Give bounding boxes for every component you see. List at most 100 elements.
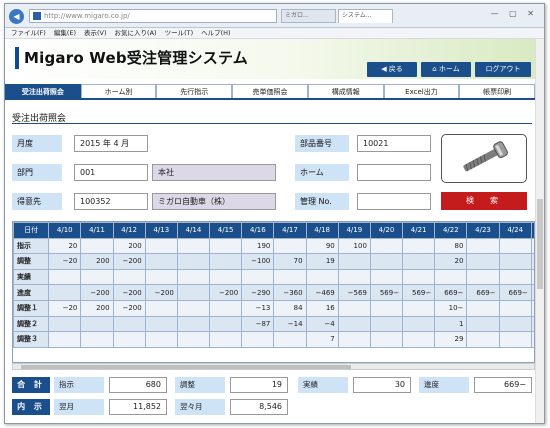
grid-cell[interactable]: 669− (466, 284, 500, 301)
grid-cell[interactable] (337, 268, 371, 286)
tab-composition[interactable]: 構成情報 (307, 84, 384, 98)
grid-cell[interactable] (273, 268, 307, 286)
grid-cell[interactable] (466, 237, 500, 255)
grid-cell[interactable]: −569 (337, 284, 371, 301)
grid-cell[interactable]: 70 (273, 253, 307, 270)
grid-cell[interactable]: 29 (434, 331, 468, 348)
grid-cell[interactable] (209, 331, 243, 348)
grid-cell[interactable] (369, 315, 404, 333)
menu-edit[interactable]: 編集(E) (54, 29, 76, 37)
grid-cell[interactable]: 669− (434, 284, 468, 301)
grid-cell[interactable] (466, 331, 500, 348)
grid-cell[interactable] (466, 253, 500, 270)
grid-cell[interactable] (498, 268, 532, 286)
grid-cell[interactable]: 569− (402, 284, 436, 301)
grid-cell[interactable] (337, 253, 371, 270)
grid-cell[interactable]: −14 (273, 315, 307, 333)
grid-cell[interactable] (337, 331, 371, 348)
grid-cell[interactable] (112, 331, 146, 348)
grid-cell[interactable]: 100 (337, 237, 371, 255)
grid-cell[interactable] (176, 331, 211, 348)
grid-cell[interactable]: 200 (80, 253, 114, 270)
grid-cell[interactable] (369, 299, 404, 317)
grid-cell[interactable]: −200 (209, 284, 243, 301)
grid-horizontal-scrollbar[interactable] (12, 363, 535, 370)
grid-cell[interactable] (402, 331, 436, 348)
grid-cell[interactable]: 16 (305, 299, 339, 317)
grid-cell[interactable]: −13 (241, 299, 275, 317)
grid-cell[interactable]: 20 (434, 253, 468, 270)
grid-cell[interactable] (48, 284, 82, 301)
grid-cell[interactable] (402, 268, 436, 286)
grid-cell[interactable] (273, 237, 307, 255)
grid-cell[interactable] (498, 237, 532, 255)
address-bar[interactable]: http://www.migaro.co.jp/ (29, 9, 277, 23)
grid-cell[interactable] (144, 299, 178, 317)
part-number-field[interactable]: 10021 (357, 135, 431, 152)
grid-cell[interactable]: −4 (305, 315, 339, 333)
grid-cell[interactable] (176, 253, 211, 270)
grid-cell[interactable]: −200 (144, 284, 178, 301)
grid-cell[interactable] (80, 237, 114, 255)
grid-cell[interactable] (209, 299, 243, 317)
menu-favorites[interactable]: お気に入り(A) (115, 29, 157, 37)
grid-cell[interactable] (498, 299, 532, 317)
grid-cell[interactable] (176, 315, 211, 333)
month-field[interactable]: 2015 年 4 月 (74, 135, 148, 152)
grid-cell[interactable]: 7 (305, 331, 339, 348)
grid-cell[interactable]: 19 (305, 253, 339, 270)
grid-cell[interactable] (144, 331, 178, 348)
grid-cell[interactable] (209, 237, 243, 255)
grid-cell[interactable]: 90 (305, 237, 339, 255)
menu-help[interactable]: ヘルプ(H) (201, 29, 230, 37)
grid-cell[interactable] (498, 315, 532, 333)
grid-cell[interactable] (176, 284, 211, 301)
dept-code-field[interactable]: 001 (74, 164, 148, 181)
grid-cell[interactable]: 190 (241, 237, 275, 255)
grid-cell[interactable]: 200 (80, 299, 114, 317)
grid-cell[interactable] (209, 315, 243, 333)
tab-advance-instruction[interactable]: 先行指示 (156, 84, 233, 98)
grid-cell[interactable]: −20 (48, 253, 82, 270)
grid-cell[interactable]: 10− (434, 299, 468, 317)
grid-cell[interactable]: −200 (112, 284, 146, 301)
page-vertical-scrollbar[interactable] (535, 39, 544, 423)
grid-cell[interactable] (273, 331, 307, 348)
grid-cell[interactable] (369, 237, 404, 255)
grid-cell[interactable] (369, 253, 404, 270)
grid-cell[interactable] (402, 253, 436, 270)
tab-shipment-inquiry[interactable]: 受注出荷照会 (5, 84, 81, 98)
grid-cell[interactable] (176, 299, 211, 317)
grid-cell[interactable] (209, 268, 243, 286)
browser-tab[interactable]: ミガロ... (281, 9, 336, 23)
logout-button[interactable]: ログアウト (475, 62, 531, 77)
grid-cell[interactable] (80, 331, 114, 348)
grid-cell[interactable] (369, 331, 404, 348)
grid-cell[interactable] (466, 268, 500, 286)
browser-tab-active[interactable]: システム... (338, 9, 393, 23)
window-controls[interactable]: — ▢ ✕ (491, 9, 538, 18)
grid-cell[interactable] (48, 315, 82, 333)
grid-cell[interactable]: −20 (48, 299, 82, 317)
tab-by-home[interactable]: ホーム別 (80, 84, 157, 98)
grid-cell[interactable]: 80 (434, 237, 468, 255)
grid-cell[interactable] (80, 268, 114, 286)
grid-cell[interactable]: −200 (112, 253, 146, 270)
grid-cell[interactable] (112, 268, 146, 286)
grid-cell[interactable] (80, 315, 114, 333)
grid-cell[interactable] (305, 268, 339, 286)
grid-cell[interactable] (498, 253, 532, 270)
grid-cell[interactable] (112, 315, 146, 333)
grid-cell[interactable] (241, 268, 275, 286)
home-field[interactable] (357, 164, 431, 181)
grid-cell[interactable]: −469 (305, 284, 339, 301)
grid-cell[interactable]: 669− (498, 284, 532, 301)
grid-cell[interactable]: 569− (369, 284, 404, 301)
search-button[interactable]: 検 索 (441, 192, 527, 210)
grid-cell[interactable]: 84 (273, 299, 307, 317)
grid-cell[interactable] (241, 331, 275, 348)
home-button[interactable]: ⌂ ホーム (421, 62, 471, 77)
grid-cell[interactable]: 20 (48, 237, 82, 255)
grid-cell[interactable]: 1 (434, 315, 468, 333)
back-button[interactable]: ◀ 戻る (367, 62, 417, 77)
